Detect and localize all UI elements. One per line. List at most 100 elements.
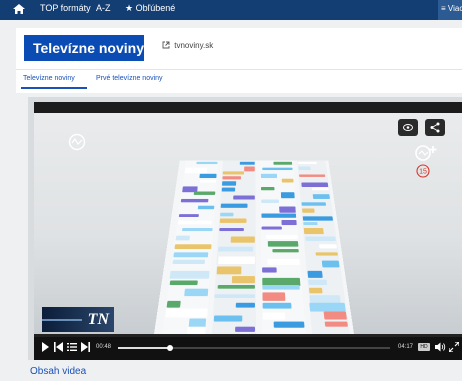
- chat-collage: [154, 160, 354, 334]
- logo-stripe: [42, 319, 82, 321]
- chat-bubble: [231, 276, 255, 284]
- chat-bubble: [311, 187, 329, 191]
- chat-bubble: [169, 270, 210, 279]
- video-frame[interactable]: 15 TN: [34, 113, 462, 334]
- more-menu-button[interactable]: ≡ Viac: [438, 0, 462, 20]
- chat-column: [162, 160, 219, 334]
- chat-bubble: [265, 234, 298, 239]
- previous-icon[interactable]: [54, 342, 63, 352]
- badge-number: 15: [419, 169, 427, 176]
- progress-bar[interactable]: [118, 345, 390, 351]
- chat-bubble: [199, 173, 217, 179]
- quality-button[interactable]: HD: [418, 343, 430, 351]
- eye-icon[interactable]: [398, 119, 418, 136]
- chat-bubble: [279, 206, 296, 213]
- player-top-bar: [34, 102, 462, 113]
- chat-column: [297, 160, 350, 334]
- chat-bubble: [174, 244, 212, 250]
- video-player-frame: 15 TN 00:48 04:17 HD: [28, 97, 462, 360]
- chat-bubble: [308, 279, 328, 286]
- chat-bubble: [213, 315, 243, 322]
- chat-bubble: [184, 167, 208, 174]
- chat-bubble: [319, 244, 337, 249]
- play-icon[interactable]: [41, 342, 49, 352]
- chat-bubble: [172, 259, 206, 264]
- chat-bubble: [309, 295, 341, 303]
- chat-bubble: [267, 258, 300, 265]
- chat-bubble: [267, 241, 299, 247]
- chat-column: [212, 160, 256, 334]
- top-navigation: TOP formáty A-Z ★ Obľúbené ≡ Viac: [0, 0, 462, 20]
- chat-bubble: [235, 326, 255, 332]
- chat-bubble: [197, 205, 215, 210]
- chat-bubble: [222, 171, 245, 175]
- chat-bubble: [262, 312, 286, 320]
- chat-bubble: [261, 199, 279, 203]
- tn-logo: TN: [42, 307, 114, 332]
- chat-bubble: [193, 191, 216, 195]
- counter-badge: 15: [416, 164, 430, 178]
- playlist-icon[interactable]: [67, 342, 77, 352]
- chat-bubble: [169, 280, 198, 286]
- chat-bubble: [261, 213, 297, 218]
- chat-bubble: [305, 236, 336, 242]
- chat-bubble: [214, 294, 255, 299]
- chat-bubble: [165, 308, 208, 318]
- chat-bubble: [222, 176, 241, 180]
- volume-icon[interactable]: [435, 342, 446, 352]
- chat-bubble: [315, 252, 338, 256]
- chat-bubble: [235, 302, 255, 308]
- current-time: 00:48: [96, 344, 112, 350]
- chat-bubble: [184, 288, 209, 297]
- chat-bubble: [177, 220, 212, 225]
- tab-televizne-noviny[interactable]: Televízne noviny: [23, 75, 75, 82]
- external-link[interactable]: tvnoviny.sk: [162, 41, 213, 50]
- show-title: Televízne noviny: [24, 35, 144, 61]
- next-icon[interactable]: [81, 342, 90, 352]
- menu-icon: ≡: [441, 4, 446, 13]
- fullscreen-icon[interactable]: [449, 342, 459, 352]
- chat-bubble: [309, 302, 346, 312]
- chat-bubble: [281, 219, 297, 226]
- chat-bubble: [298, 166, 311, 171]
- chat-bubble: [260, 173, 278, 179]
- chat-bubble: [218, 246, 254, 252]
- chat-bubble: [273, 161, 293, 165]
- nav-item-top-formaty[interactable]: TOP formáty: [40, 3, 91, 13]
- watermark-icon: [68, 133, 86, 151]
- share-icon[interactable]: [425, 119, 445, 136]
- progress-handle[interactable]: [166, 345, 173, 351]
- chat-bubble: [216, 266, 242, 275]
- chat-bubble: [321, 260, 340, 268]
- nav-item-oblubene[interactable]: ★ Obľúbené: [125, 3, 175, 14]
- nav-item-oblubene-label: Obľúbené: [135, 3, 176, 13]
- chat-bubble: [301, 182, 329, 188]
- home-icon[interactable]: [11, 3, 27, 15]
- chat-bubble: [220, 203, 248, 208]
- active-tab-indicator: [21, 87, 87, 89]
- external-link-label: tvnoviny.sk: [174, 41, 214, 50]
- chat-bubble: [324, 321, 348, 327]
- chat-bubble: [312, 194, 330, 199]
- chat-bubble: [199, 179, 217, 183]
- chat-bubble: [262, 167, 293, 171]
- chat-bubble: [222, 181, 237, 186]
- chat-bubble: [262, 292, 286, 301]
- video-player[interactable]: 15 TN 00:48 04:17 HD: [34, 102, 462, 360]
- more-menu-label: Viac: [447, 4, 462, 13]
- chat-bubble: [186, 326, 206, 334]
- logo-text: TN: [87, 311, 109, 328]
- chat-screenshots-image: [154, 113, 354, 334]
- chat-bubble: [273, 321, 305, 328]
- chat-bubble: [230, 236, 255, 243]
- chat-bubble: [244, 166, 255, 172]
- nav-item-a-z[interactable]: A-Z: [96, 3, 111, 13]
- total-time: 04:17: [398, 344, 414, 350]
- tab-prve-televizne-noviny[interactable]: Prvé televízne noviny: [96, 75, 163, 82]
- chat-bubble: [175, 235, 190, 241]
- replay-icon[interactable]: [414, 144, 440, 162]
- chat-bubble: [262, 285, 300, 290]
- chat-bubble: [302, 216, 334, 221]
- header-divider: [16, 69, 462, 70]
- chat-bubble: [302, 208, 315, 213]
